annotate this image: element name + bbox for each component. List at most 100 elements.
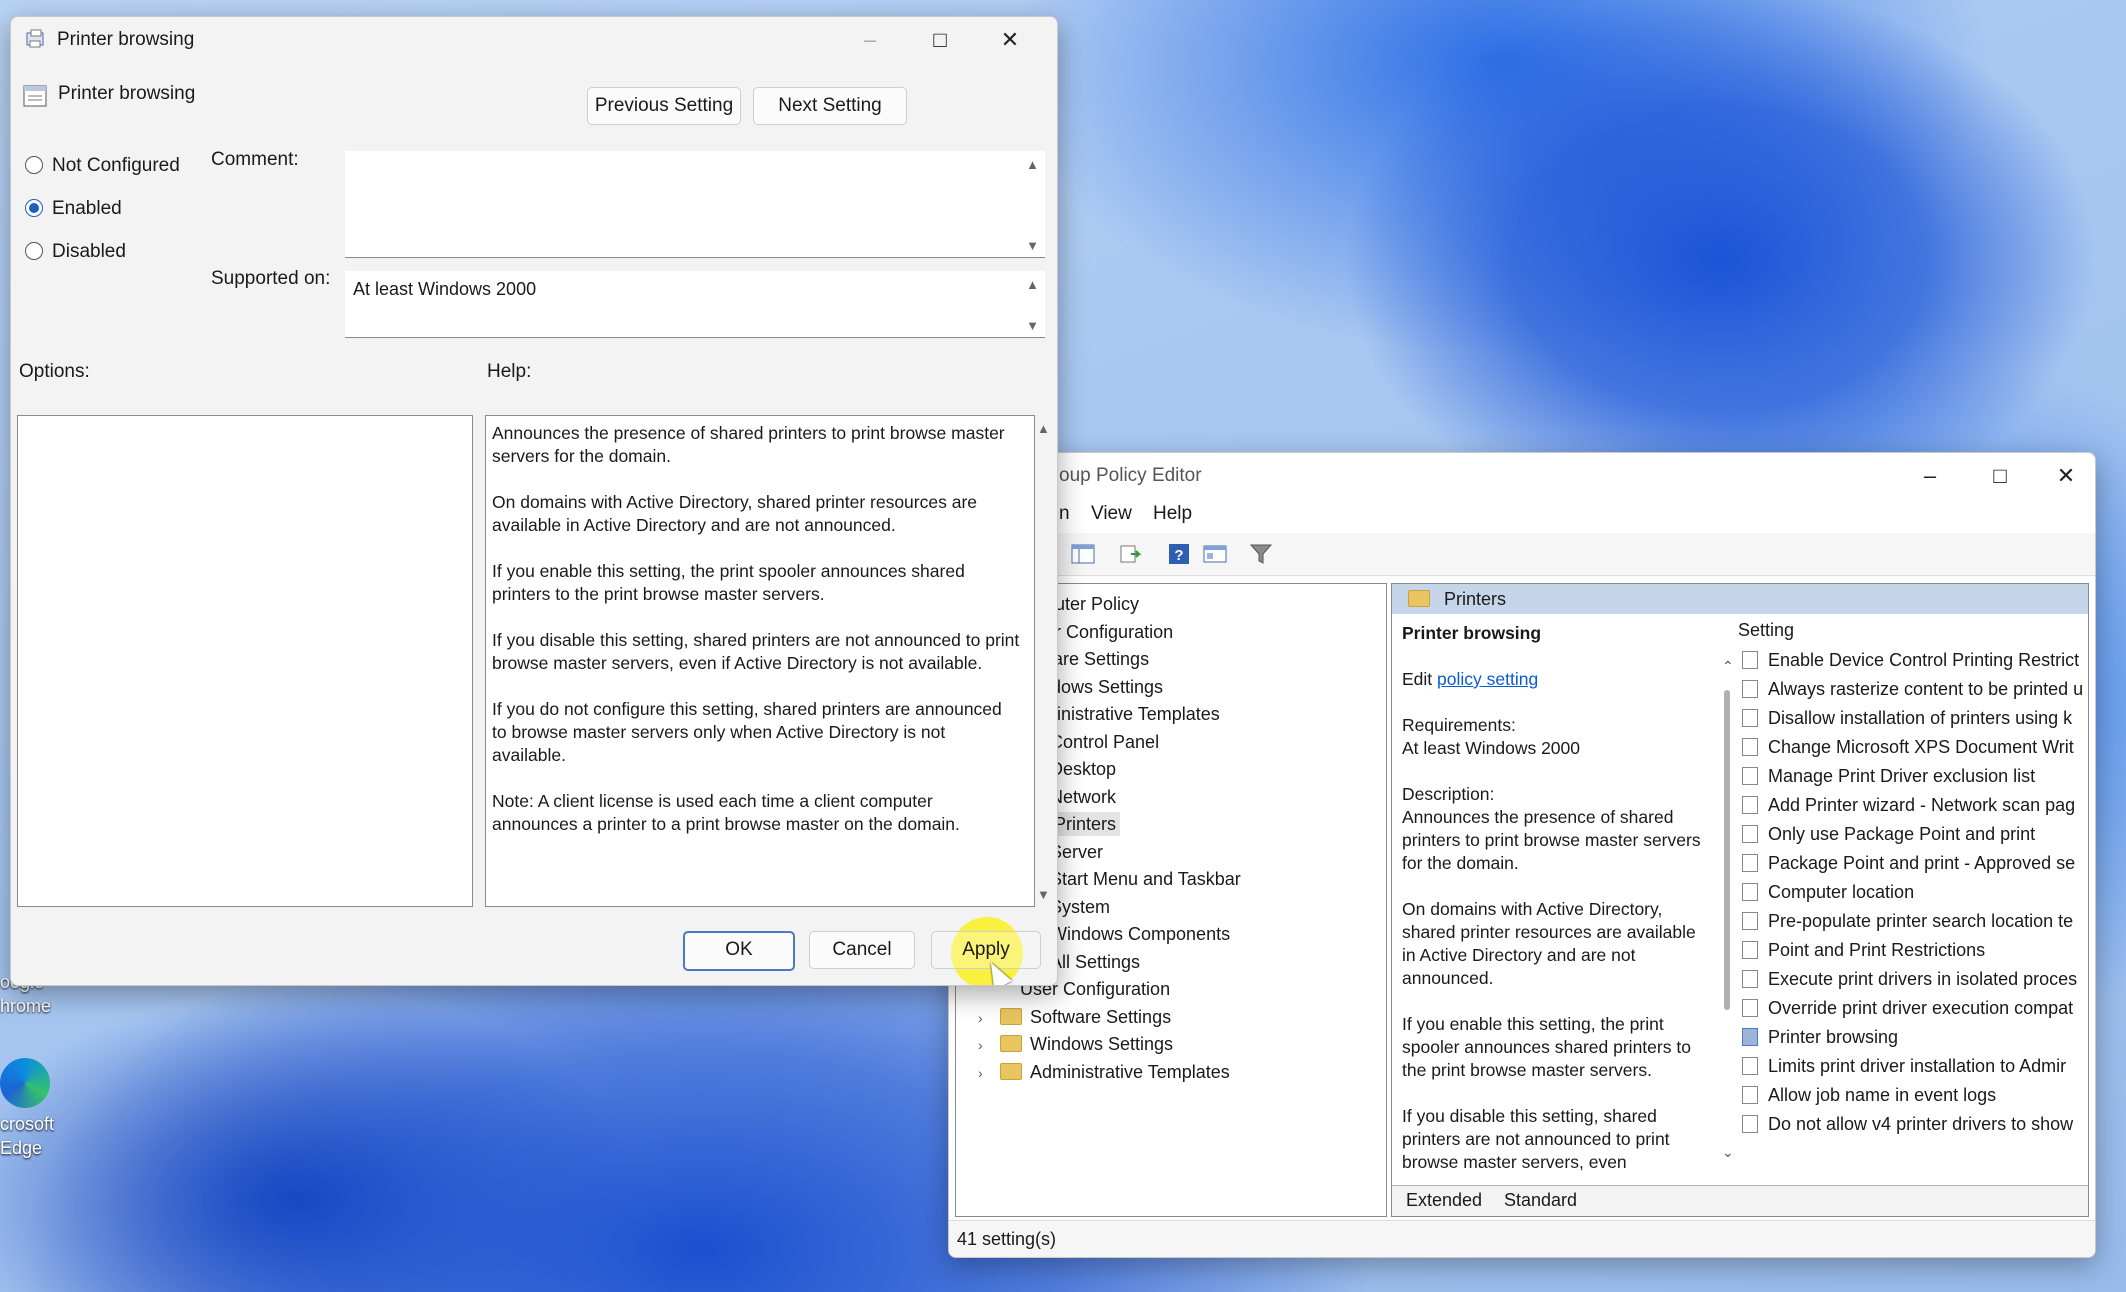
setting-row[interactable]: Package Point and print - Approved se [1742,849,2075,877]
show-tree-icon[interactable] [1071,543,1095,565]
supported-on-label: Supported on: [211,268,331,289]
export-list-icon[interactable] [1119,543,1143,565]
policy-setting-icon [1742,825,1758,843]
comment-field[interactable]: ▲ ▼ [345,151,1045,258]
tree-item-label: Printers [1050,814,1121,834]
setting-row[interactable]: Point and Print Restrictions [1742,936,1985,964]
tree-item[interactable]: › Administrative Templates [978,1060,1230,1084]
minimize-button[interactable]: – [847,25,893,55]
menu-help[interactable]: Help [1153,503,1192,525]
setting-row[interactable]: Disallow installation of printers using … [1742,704,2072,732]
chevron-right-icon[interactable]: › [978,1061,992,1085]
radio-not-configured[interactable]: Not Configured [25,153,180,179]
desktop-icon-label-2: Edge [0,1138,43,1158]
policy-setting-icon [1742,912,1758,930]
setting-label: Printer browsing [1768,1027,1899,1047]
policy-setting-dialog: Printer browsing – □ ✕ Printer browsing … [10,16,1058,986]
policy-setting-icon [1742,854,1758,872]
help-icon[interactable]: ? [1167,543,1191,565]
previous-setting-button[interactable]: Previous Setting [587,87,741,125]
properties-icon[interactable] [1203,543,1227,565]
setting-row[interactable]: Enable Device Control Printing Restrict [1742,646,2079,674]
radio-circle-selected[interactable] [25,199,43,217]
tab-standard[interactable]: Standard [1504,1190,1577,1211]
next-setting-button[interactable]: Next Setting [753,87,907,125]
setting-row[interactable]: Manage Print Driver exclusion list [1742,762,2035,790]
options-label: Options: [19,361,90,382]
setting-label: Execute print drivers in isolated proces [1768,969,2078,989]
minimize-button[interactable]: – [1907,461,1953,491]
scrollbar-thumb[interactable] [1724,690,1730,1010]
setting-label: Override print driver execution compat [1768,998,2074,1018]
setting-row[interactable]: Do not allow v4 printer drivers to show [1742,1110,2073,1138]
setting-row[interactable]: Limits print driver installation to Admi… [1742,1052,2066,1080]
settings-column-header[interactable]: Setting [1738,620,1794,641]
tree-item-label: Windows Components [1050,924,1231,944]
setting-row[interactable]: Allow job name in event logs [1742,1081,1996,1109]
pane-header: Printers [1392,584,2088,614]
scroll-up-icon[interactable]: ▲ [1026,157,1039,172]
scroll-up-icon[interactable]: ⌃ [1722,658,1734,675]
setting-label: Enable Device Control Printing Restrict [1768,650,2080,670]
scroll-down-icon[interactable]: ▼ [1026,238,1039,253]
setting-label: Always rasterize content to be printed u [1768,679,2084,699]
radio-circle[interactable] [25,156,43,174]
scroll-down-icon[interactable]: ▼ [1026,318,1039,333]
tab-extended[interactable]: Extended [1406,1190,1482,1211]
settings-list: Setting ⌃ ⌄ Enable Device Control Printi… [1720,620,2088,1180]
svg-text:?: ? [1174,547,1183,564]
tree-item[interactable]: › Windows Settings [978,1032,1173,1056]
left-scrollbar[interactable]: ⌃ ⌄ [1720,654,1734,1174]
menu-view[interactable]: View [1091,503,1132,525]
menu-action[interactable]: n [1059,503,1070,525]
requirements-value: At least Windows 2000 [1402,738,1581,758]
policy-setting-link[interactable]: policy setting [1437,669,1538,689]
maximize-button[interactable]: □ [1977,461,2023,491]
description-paragraph: Announces the presence of shared printer… [1402,807,1701,873]
help-scroll-down-icon[interactable]: ▼ [1037,887,1050,902]
setting-row[interactable]: Execute print drivers in isolated proces [1742,965,2077,993]
setting-row[interactable]: Override print driver execution compat [1742,994,2073,1022]
radio-circle[interactable] [25,242,43,260]
setting-row[interactable]: Change Microsoft XPS Document Writ [1742,733,2074,761]
tree-item-label: Start Menu and Taskbar [1050,869,1241,889]
setting-label: Point and Print Restrictions [1768,940,1986,960]
chevron-right-icon[interactable]: › [978,1006,992,1030]
scroll-down-icon[interactable]: ⌄ [1722,1144,1734,1161]
setting-row[interactable]: Always rasterize content to be printed u [1742,675,2083,703]
folder-icon [1000,1007,1022,1025]
help-scroll-up-icon[interactable]: ▲ [1037,421,1050,436]
dialog-titlebar: Printer browsing – □ ✕ [11,17,1057,63]
setting-label: Computer location [1768,882,1915,902]
view-tabs: Extended Standard [1392,1185,2088,1216]
tree-item[interactable]: › Software Settings [978,1005,1171,1029]
setting-row[interactable]: Computer location [1742,878,1914,906]
desktop-icon-edge[interactable]: crosoft Edge [0,1058,70,1160]
scroll-up-icon[interactable]: ▲ [1026,277,1039,292]
ok-button[interactable]: OK [683,931,795,971]
filter-icon[interactable] [1249,543,1273,565]
help-paragraph: Announces the presence of shared printer… [492,423,1005,466]
desktop-icon-label-1: crosoft [0,1114,55,1134]
setting-row[interactable]: Only use Package Point and print [1742,820,2035,848]
supported-on-field: At least Windows 2000 ▲ ▼ [345,271,1045,338]
setting-label: Add Printer wizard - Network scan pag [1768,795,2076,815]
tree-item-label: Control Panel [1050,731,1160,752]
setting-label: Do not allow v4 printer drivers to show [1768,1114,2074,1134]
setting-row[interactable]: Pre-populate printer search location te [1742,907,2073,935]
edit-policy-line: Edit policy setting [1402,668,1702,691]
apply-button[interactable]: Apply [931,931,1041,969]
setting-row[interactable]: Add Printer wizard - Network scan pag [1742,791,2075,819]
maximize-button[interactable]: □ [917,25,963,55]
radio-enabled[interactable]: Enabled [25,196,122,222]
desktop-icon-label-2: hrome [0,996,52,1016]
policy-setting-icon [1742,941,1758,959]
help-panel: Announces the presence of shared printer… [485,415,1035,907]
close-button[interactable]: ✕ [987,25,1033,55]
chevron-right-icon[interactable]: › [978,1033,992,1057]
setting-row[interactable]: Printer browsing [1742,1023,1898,1051]
cancel-button[interactable]: Cancel [809,931,915,969]
radio-disabled[interactable]: Disabled [25,239,126,265]
policy-setting-icon [1742,970,1758,988]
close-button[interactable]: ✕ [2043,461,2089,491]
